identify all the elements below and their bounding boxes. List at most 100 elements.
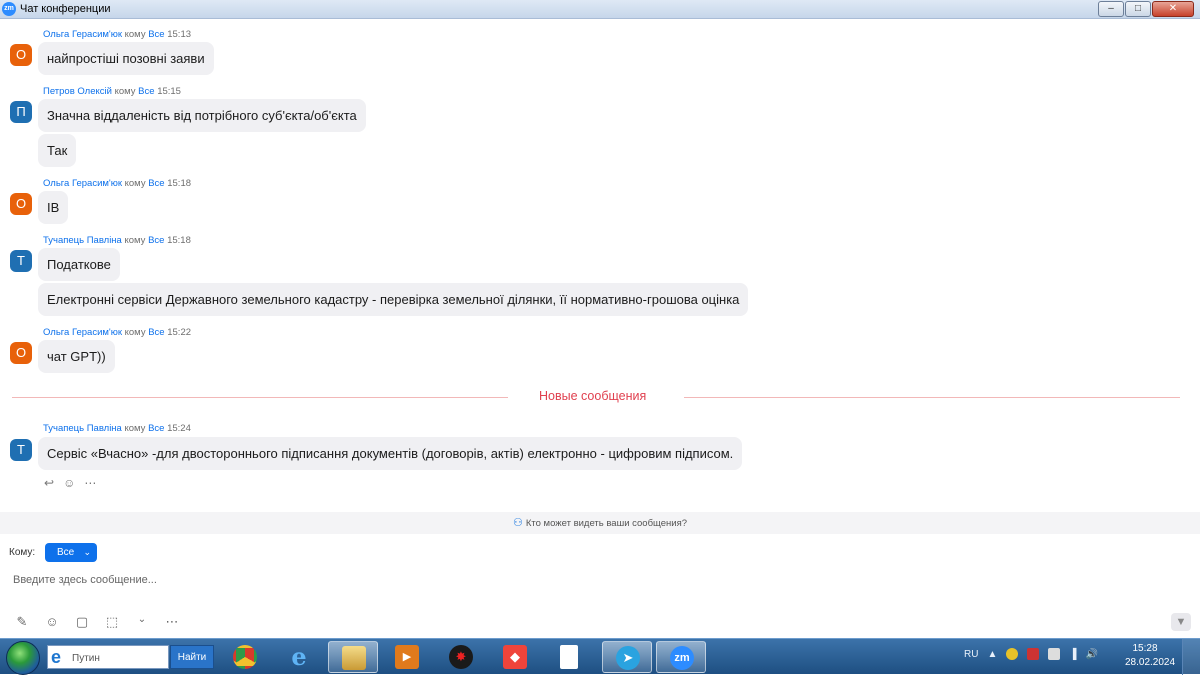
tray-expand-icon[interactable]: ▲ xyxy=(987,649,997,660)
system-tray: RU ▲ ▐ 🔊 xyxy=(964,648,1098,660)
emoji-icon[interactable]: ☺ xyxy=(44,614,60,630)
taskbar-search-button[interactable]: Найти xyxy=(170,645,214,669)
sender-name[interactable]: Ольга Герасим'юк xyxy=(43,178,122,189)
sender-name[interactable]: Ольга Герасим'юк xyxy=(43,327,122,338)
zoom-app-icon: zm xyxy=(2,2,16,16)
minimize-button[interactable]: – xyxy=(1098,1,1124,17)
avatar: П xyxy=(10,101,32,123)
minimize-icon: – xyxy=(1108,3,1114,14)
signal-icon[interactable]: ▐ xyxy=(1069,649,1076,660)
sender-name[interactable]: Тучапець Павліна xyxy=(43,423,122,434)
recipient-select[interactable]: Все ⌄ xyxy=(45,543,97,562)
taskbar-app-zoom[interactable]: zm xyxy=(656,641,706,673)
message-bubble[interactable]: Податкове xyxy=(38,248,120,281)
volume-icon[interactable]: 🔊 xyxy=(1085,649,1097,660)
taskbar-search-input[interactable] xyxy=(70,649,169,667)
message-time: 15:13 xyxy=(167,29,192,40)
to-word: кому xyxy=(124,178,146,189)
to-word: кому xyxy=(114,86,136,97)
to-label: Кому: xyxy=(9,547,36,558)
chrome-icon xyxy=(233,645,257,669)
message-meta: Ольга Герасим'юк кому Все 15:22 xyxy=(43,327,191,338)
message-bubble[interactable]: чат GPT)) xyxy=(38,340,115,373)
message-input[interactable] xyxy=(10,570,616,590)
to-word: кому xyxy=(124,29,146,40)
more-icon[interactable]: ⋯ xyxy=(164,614,180,630)
close-button[interactable]: ✕ xyxy=(1152,1,1194,17)
new-messages-divider-left xyxy=(12,397,508,398)
recipient-name[interactable]: Все xyxy=(148,235,164,246)
message-bubble[interactable]: Сервіс «Вчасно» -для двостороннього підп… xyxy=(38,437,743,470)
recipient-name[interactable]: Все xyxy=(148,178,164,189)
taskbar-search-box[interactable]: e xyxy=(47,645,169,669)
message-bubble[interactable]: Значна віддаленість від потрібного суб'є… xyxy=(38,99,366,132)
recipient-name[interactable]: Все xyxy=(148,327,164,338)
to-word: кому xyxy=(124,423,146,434)
message-time: 15:18 xyxy=(167,178,192,189)
sender-name[interactable]: Тучапець Павліна xyxy=(43,235,122,246)
people-icon: ⚇ xyxy=(512,517,523,529)
to-word: кому xyxy=(124,235,146,246)
message-actions: ↩ ☺ ⋯ xyxy=(44,476,96,490)
recipient-name[interactable]: Все xyxy=(138,86,154,97)
message-time: 15:24 xyxy=(167,423,191,434)
zoom-icon: zm xyxy=(670,646,694,670)
maximize-icon: □ xyxy=(1134,3,1142,14)
message-time: 15:15 xyxy=(157,86,181,97)
taskbar-app-anydesk[interactable]: ◆ xyxy=(490,641,540,673)
screenshot-icon[interactable]: ⬚ xyxy=(104,614,120,630)
internet-explorer-icon: e xyxy=(51,647,62,667)
message-meta: Тучапець Павліна кому Все 15:18 xyxy=(43,235,191,246)
message-meta: Ольга Герасим'юк кому Все 15:18 xyxy=(43,178,191,189)
chat-message-list[interactable]: О Ольга Герасим'юк кому Все 15:13 найпро… xyxy=(0,20,1200,512)
red-app-icon: ✸ xyxy=(449,645,473,669)
message-time: 15:18 xyxy=(167,235,191,246)
tray-app-icon[interactable] xyxy=(1006,648,1019,660)
taskbar-app-internet-explorer[interactable]: e xyxy=(274,641,324,673)
telegram-icon: ➤ xyxy=(616,646,640,670)
message-bubble[interactable]: найпростіші позовні заяви xyxy=(38,42,214,75)
taskbar-app-file-explorer[interactable] xyxy=(328,641,378,673)
recipient-name[interactable]: Все xyxy=(148,423,164,434)
message-time: 15:22 xyxy=(167,327,192,338)
chevron-down-icon[interactable]: ⌄ xyxy=(134,614,150,630)
format-icon[interactable]: ✎ xyxy=(14,614,30,630)
show-desktop-button[interactable] xyxy=(1182,639,1200,675)
reply-icon[interactable]: ↩ xyxy=(44,476,54,490)
avatar: Т xyxy=(10,250,32,272)
window-controls: – □ ✕ xyxy=(1097,1,1194,17)
windows-taskbar: e Найти e ▶ ✸ ◆ ➤ zm RU ▲ ▐ 🔊 15:28 28.0… xyxy=(0,638,1200,675)
maximize-button[interactable]: □ xyxy=(1125,1,1151,17)
sender-name[interactable]: Ольга Герасим'юк xyxy=(43,29,122,40)
send-icon: ▼ xyxy=(1175,616,1187,628)
file-icon[interactable]: ▢ xyxy=(74,614,90,630)
taskbar-app-telegram[interactable]: ➤ xyxy=(602,641,652,673)
message-bubble[interactable]: ІВ xyxy=(38,191,69,224)
window-titlebar: zm Чат конференции – □ ✕ xyxy=(0,0,1200,19)
message-bubble[interactable]: Електронні сервіси Державного земельного… xyxy=(38,283,749,316)
avatar: О xyxy=(10,193,32,215)
more-icon[interactable]: ⋯ xyxy=(84,476,96,490)
taskbar-app-document[interactable] xyxy=(544,641,594,673)
internet-explorer-icon: e xyxy=(291,642,307,671)
start-button[interactable] xyxy=(6,641,40,675)
emoji-icon[interactable]: ☺ xyxy=(63,476,75,490)
taskbar-app-media-player[interactable]: ▶ xyxy=(382,641,432,673)
avatar: О xyxy=(10,44,32,66)
taskbar-app-red[interactable]: ✸ xyxy=(436,641,486,673)
language-indicator[interactable]: RU xyxy=(964,649,978,660)
recipient-name[interactable]: Все xyxy=(148,29,164,40)
privacy-notice-text[interactable]: Кто может видеть ваши сообщения? xyxy=(526,518,687,529)
sender-name[interactable]: Петров Олексій xyxy=(43,86,112,97)
message-bubble[interactable]: Так xyxy=(38,134,77,167)
message-meta: Ольга Герасим'юк кому Все 15:13 xyxy=(43,29,191,40)
tray-flag-icon[interactable] xyxy=(1048,648,1061,660)
taskbar-clock[interactable]: 15:28 28.02.2024 xyxy=(1125,642,1175,670)
privacy-notice-bar[interactable]: ⚇ Кто может видеть ваши сообщения? xyxy=(0,512,1200,534)
send-button[interactable]: ▼ xyxy=(1171,613,1191,631)
new-messages-label: Новые сообщения xyxy=(539,389,647,403)
tray-network-icon[interactable] xyxy=(1027,648,1040,660)
taskbar-app-chrome[interactable] xyxy=(220,641,270,673)
avatar: О xyxy=(10,342,32,364)
document-icon xyxy=(560,645,578,669)
